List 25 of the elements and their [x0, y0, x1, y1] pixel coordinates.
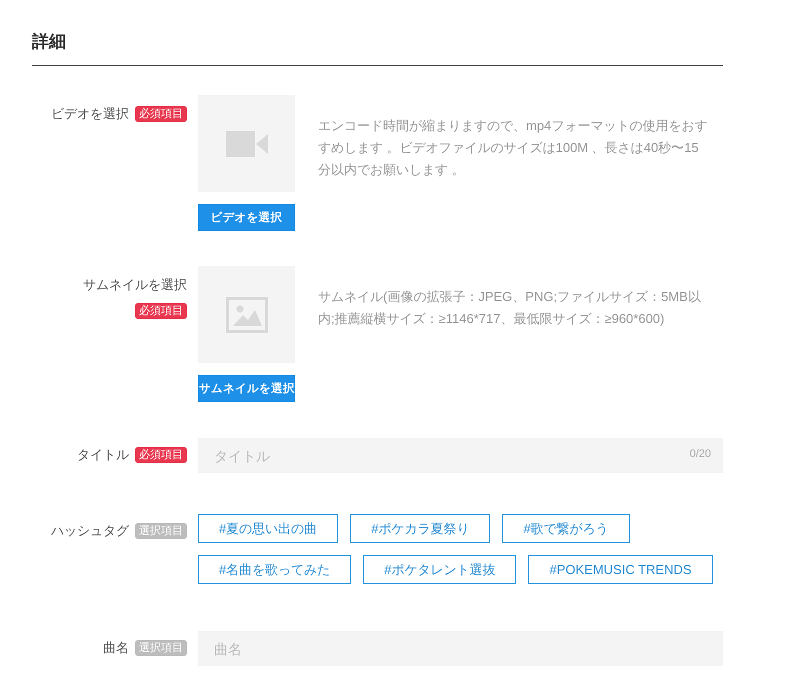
section-heading: 詳細 [32, 30, 723, 66]
text-field[interactable]: 曲名 [198, 631, 723, 666]
upload-description: エンコード時間が縮まりますので、mp4フォーマットの使用をおすすめします 。ビデオファイルのサイズは100M 、長さは40秒〜15分以内でお願いします 。 [318, 117, 708, 179]
required-badge: 必須項目 [135, 303, 187, 319]
hashtag-chip[interactable]: #ポケカラ夏祭り [350, 514, 490, 543]
character-counter: 0/20 [690, 448, 711, 460]
select-thumbnail-button[interactable]: サムネイルを選択 [198, 375, 295, 402]
field-label: サムネイルを選択 [83, 277, 187, 293]
optional-badge: 選択項目 [135, 523, 187, 539]
field-label: ハッシュタグ [51, 523, 129, 539]
select-video-button[interactable]: ビデオを選択 [198, 204, 295, 231]
optional-badge: 選択項目 [135, 640, 187, 656]
field-label: ビデオを選択 [51, 106, 129, 122]
image-icon [226, 296, 268, 332]
field-label: タイトル [77, 447, 129, 463]
field-label: 曲名 [103, 640, 129, 656]
hashtag-chip[interactable]: #名曲を歌ってみた [198, 555, 352, 584]
hashtag-chip[interactable]: #夏の思い出の曲 [198, 514, 338, 543]
video-camera-icon [226, 130, 268, 156]
hashtag-chip[interactable]: #POKEMUSIC TRENDS [528, 555, 713, 584]
hashtag-chip[interactable]: #歌で繋がろう [502, 514, 630, 543]
required-badge: 必須項目 [135, 106, 187, 122]
upload-description: サムネイル(画像の拡張子：JPEG、PNG;ファイルサイズ：5MB以内;推薦縦横サイズ：≥1146*717、最低限サイズ：≥960*600) [318, 288, 702, 328]
hashtag-chip[interactable]: #ポケタレント選抜 [363, 555, 516, 584]
required-badge: 必須項目 [135, 447, 187, 463]
